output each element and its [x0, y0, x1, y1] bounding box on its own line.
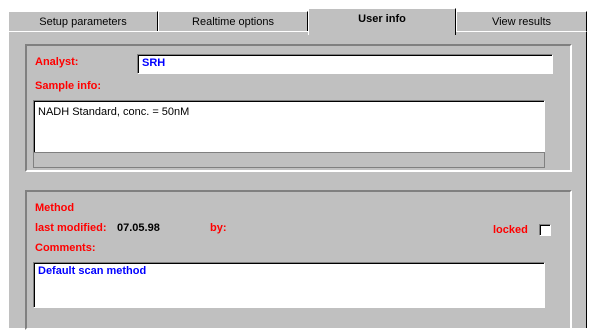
tab-realtime-options[interactable]: Realtime options — [158, 11, 308, 32]
method-title: Method — [35, 202, 75, 214]
user-group: Analyst: SRH Sample info: NADH Standard,… — [25, 44, 572, 172]
analyst-field[interactable]: SRH — [137, 54, 553, 74]
tab-setup-parameters[interactable]: Setup parameters — [8, 11, 158, 32]
locked-label: locked — [493, 224, 528, 236]
by-label: by: — [210, 222, 227, 234]
sample-info-label: Sample info: — [35, 80, 102, 92]
sample-info-field[interactable]: NADH Standard, conc. = 50nM — [33, 100, 545, 154]
tab-strip: Setup parameters Realtime options User i… — [8, 8, 587, 35]
locked-checkbox[interactable] — [539, 224, 551, 236]
last-modified-label: last modified: — [35, 222, 107, 234]
tab-user-info[interactable]: User info — [308, 8, 456, 35]
tab-view-results[interactable]: View results — [456, 11, 587, 32]
comments-field[interactable]: Default scan method — [33, 262, 545, 308]
analyst-label: Analyst: — [35, 56, 79, 68]
sample-info-scrollbar[interactable] — [33, 152, 545, 168]
method-group: Method last modified: 07.05.98 by: locke… — [25, 190, 572, 330]
comments-label: Comments: — [35, 242, 96, 254]
last-modified-value: 07.05.98 — [117, 222, 160, 234]
user-info-page: Analyst: SRH Sample info: NADH Standard,… — [8, 31, 587, 330]
